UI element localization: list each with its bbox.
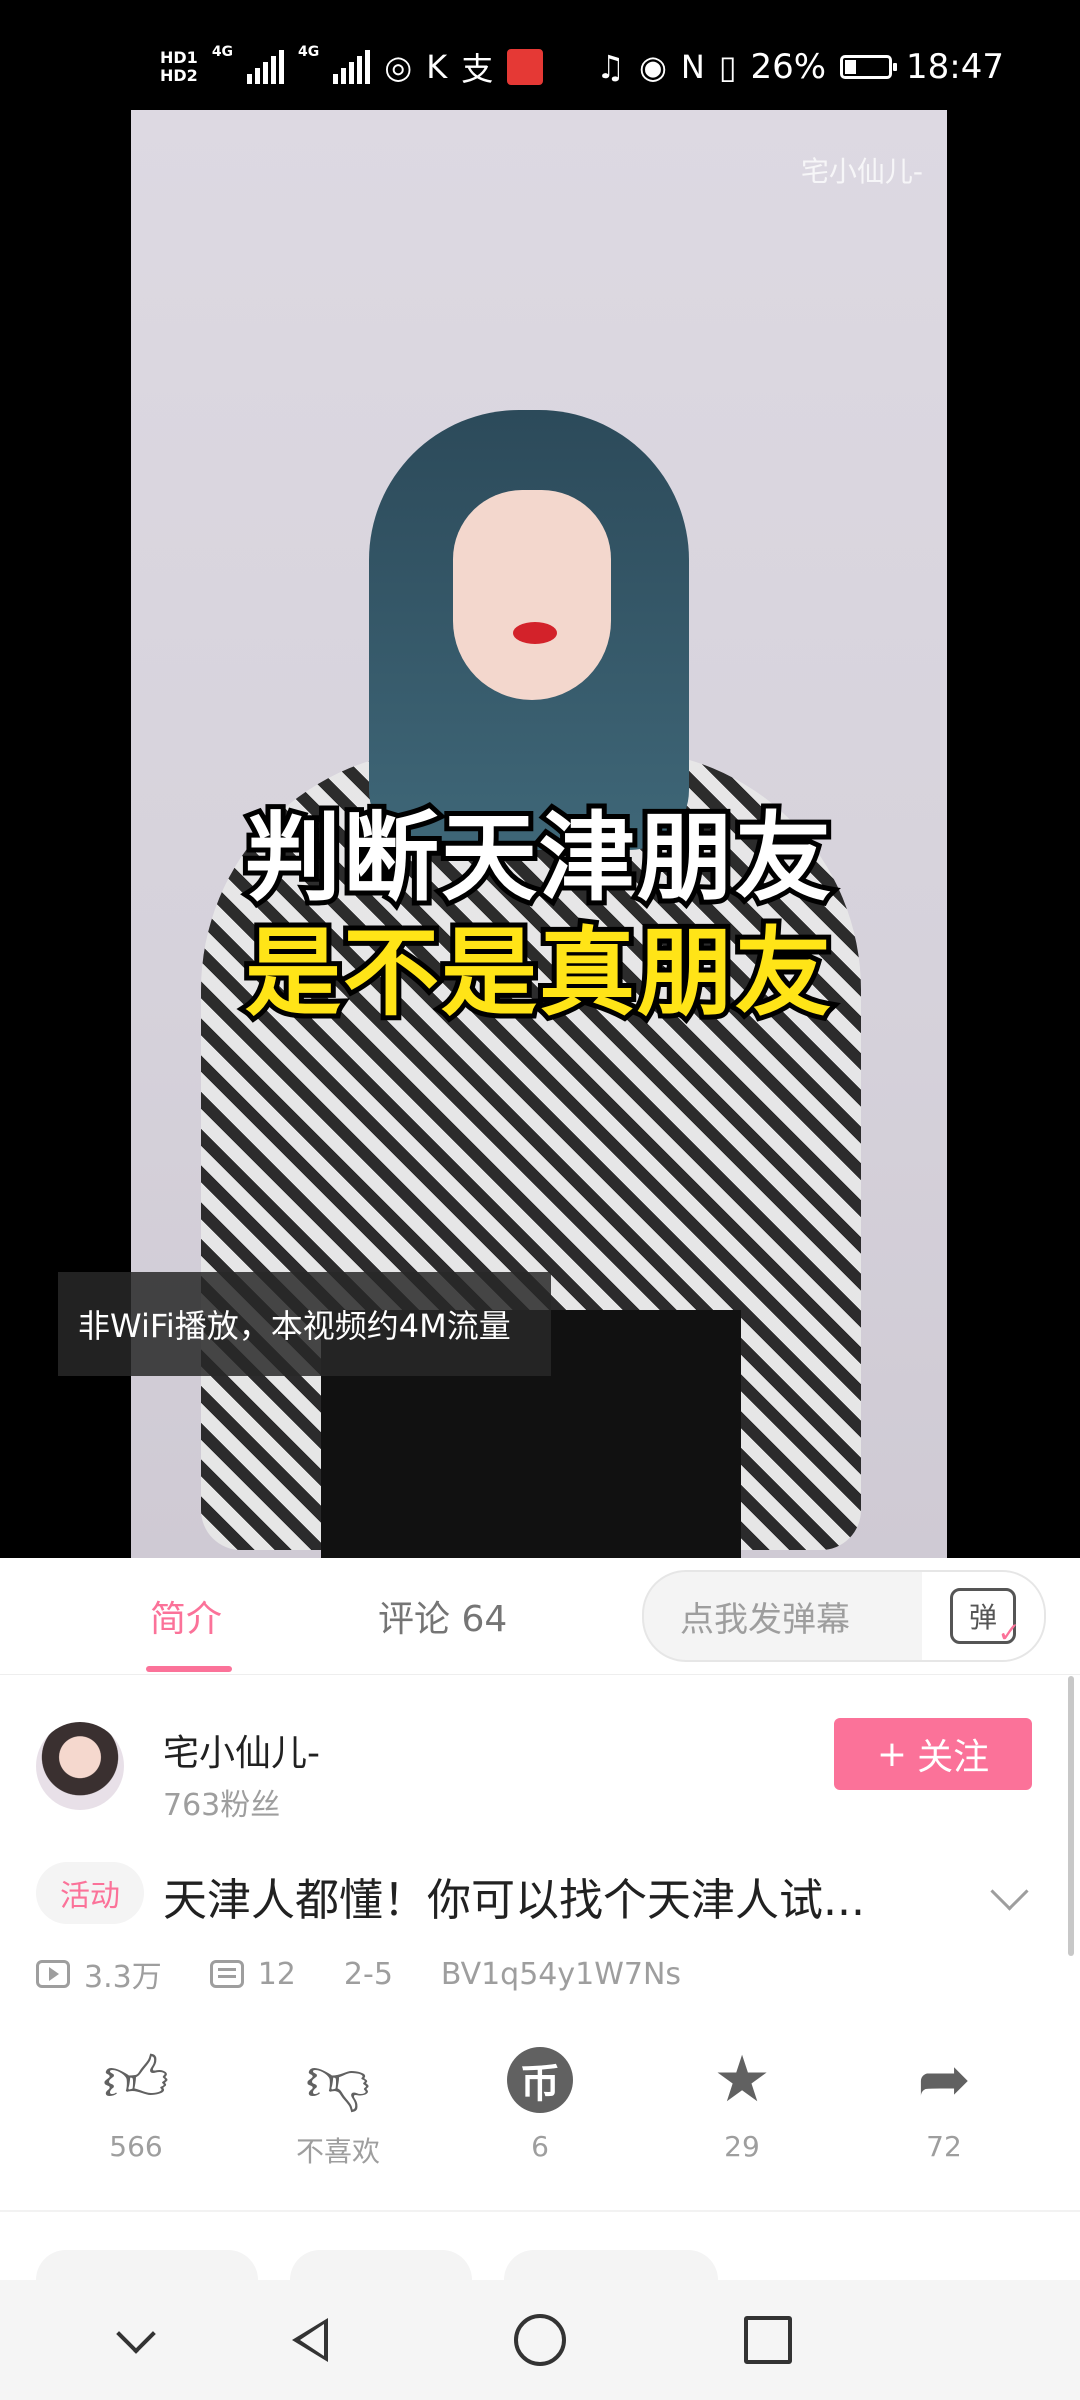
nfc-icon: N <box>680 48 705 86</box>
signal-strength-icon <box>247 50 285 84</box>
star-icon[interactable]: ★ <box>713 2040 770 2120</box>
danmaku-icon[interactable]: 弹 ✓ <box>950 1588 1021 1649</box>
section-divider <box>0 2210 1080 2212</box>
coin-icon[interactable]: 币 <box>507 2047 573 2113</box>
vibrate-icon: ▯ <box>718 48 737 86</box>
video-player[interactable]: 宅小仙儿- 判断天津朋友 是不是真朋友 非WiFi播放，本视频约4M流量 <box>0 110 1080 1558</box>
favorite-button[interactable]: ★ 29 <box>672 2040 812 2163</box>
danmaku-toggle-button[interactable]: 弹 ✓ <box>922 1572 1044 1660</box>
nav-home-button[interactable] <box>480 2280 600 2400</box>
follow-label: 关注 <box>917 1737 990 1778</box>
share-count: 72 <box>926 2130 962 2163</box>
battery-level-fill <box>845 60 857 74</box>
k-icon: K <box>426 48 448 86</box>
danmaku-count-icon <box>209 1960 244 1988</box>
avatar[interactable] <box>36 1722 124 1810</box>
thumbs-down-icon[interactable]: 👎︎ <box>306 2040 371 2120</box>
signal-strength-icon-2 <box>333 50 371 84</box>
like-button[interactable]: 👍︎ 566 <box>66 2040 206 2164</box>
video-title-row[interactable]: 活动 天津人都懂！你可以找个天津人试... <box>0 1858 1080 1934</box>
battery-percent: 26% <box>750 47 827 87</box>
chevron-down-icon[interactable] <box>990 1872 1029 1911</box>
danmaku-input[interactable]: 点我发弹幕 弹 ✓ <box>642 1570 1046 1662</box>
favorite-count: 29 <box>724 2130 760 2163</box>
share-button[interactable]: ➦ 72 <box>874 2040 1014 2163</box>
dislike-button[interactable]: 👎︎ 不喜欢 <box>268 2040 408 2170</box>
network-type-1: 4G <box>211 44 234 60</box>
network-type-2: 4G <box>298 44 320 60</box>
danmaku-placeholder[interactable]: 点我发弹幕 <box>680 1572 850 1660</box>
status-left: HD1 HD2 4G 4G ◎ K 支 <box>160 38 544 96</box>
nav-back-button[interactable] <box>250 2280 370 2400</box>
dislike-label: 不喜欢 <box>295 2135 380 2168</box>
danmaku-count: 12 <box>257 1956 296 1992</box>
thumbs-up-icon[interactable]: 👍︎ <box>103 2040 170 2120</box>
battery-icon <box>840 55 898 79</box>
tab-comments[interactable]: 评论 64 <box>378 1558 507 1674</box>
video-caption-line2: 是不是真朋友 <box>240 912 836 1034</box>
video-subject-lips <box>513 622 557 644</box>
eye-icon: ◉ <box>638 48 667 86</box>
plus-icon: + <box>876 1733 908 1775</box>
action-bar: 👍︎ 566 👎︎ 不喜欢 币 6 ★ 29 ➦ 72 <box>0 2040 1080 2190</box>
like-count: 566 <box>109 2130 163 2163</box>
coin-icon-wrap[interactable]: 币 <box>507 2040 573 2120</box>
danmaku-icon-text: 弹 <box>968 1601 997 1634</box>
tab-active-indicator <box>146 1666 232 1672</box>
tab-intro[interactable]: 简介 <box>150 1558 222 1674</box>
home-circle-icon[interactable] <box>514 2314 566 2366</box>
video-meta: 3.3万 12 2-5 BV1q54y1W7Ns <box>36 1948 681 2000</box>
activity-tag[interactable]: 活动 <box>36 1862 144 1924</box>
share-arrow-icon[interactable]: ➦ <box>917 2040 971 2120</box>
hd1-label: HD1 <box>160 48 198 67</box>
follow-button[interactable]: + 关注 <box>834 1718 1032 1790</box>
hd-badge: HD1 HD2 <box>160 49 198 85</box>
check-icon: ✓ <box>997 1616 1021 1649</box>
bvid: BV1q54y1W7Ns <box>440 1956 682 1992</box>
hd2-label: HD2 <box>160 66 198 85</box>
clock: 18:47 <box>906 47 1004 87</box>
coin-count: 6 <box>531 2130 549 2163</box>
app-red-icon <box>507 49 544 85</box>
uploader-name[interactable]: 宅小仙儿- <box>163 1724 320 1776</box>
video-watermark: 宅小仙儿- <box>800 155 923 188</box>
system-nav-bar <box>0 2280 1080 2400</box>
hotspot-icon: ◎ <box>384 48 413 86</box>
coin-button[interactable]: 币 6 <box>470 2040 610 2163</box>
uploader-row: 宅小仙儿- 763粉丝 + 关注 <box>0 1700 1080 1840</box>
view-count: 3.3万 <box>84 1960 162 1995</box>
detail-tabbar: 简介 评论 64 点我发弹幕 弹 ✓ <box>0 1558 1080 1675</box>
headphones-icon: ♫ <box>596 48 625 86</box>
nav-recents-button[interactable] <box>708 2280 828 2400</box>
chevron-down-icon[interactable] <box>116 2314 156 2354</box>
video-title[interactable]: 天津人都懂！你可以找个天津人试... <box>163 1858 865 1934</box>
back-triangle-icon[interactable] <box>292 2318 328 2362</box>
alipay-icon: 支 <box>461 50 494 88</box>
status-right: ♫ ◉ N ▯ 26% 18:47 <box>596 38 1004 96</box>
nav-collapse-button[interactable] <box>76 2280 196 2400</box>
data-usage-toast: 非WiFi播放，本视频约4M流量 <box>58 1272 551 1376</box>
play-count-icon <box>36 1960 70 1988</box>
publish-date: 2-5 <box>343 1956 393 1992</box>
uploader-fans: 763粉丝 <box>163 1788 281 1823</box>
video-subject-face <box>453 490 611 700</box>
recents-square-icon[interactable] <box>744 2316 792 2364</box>
